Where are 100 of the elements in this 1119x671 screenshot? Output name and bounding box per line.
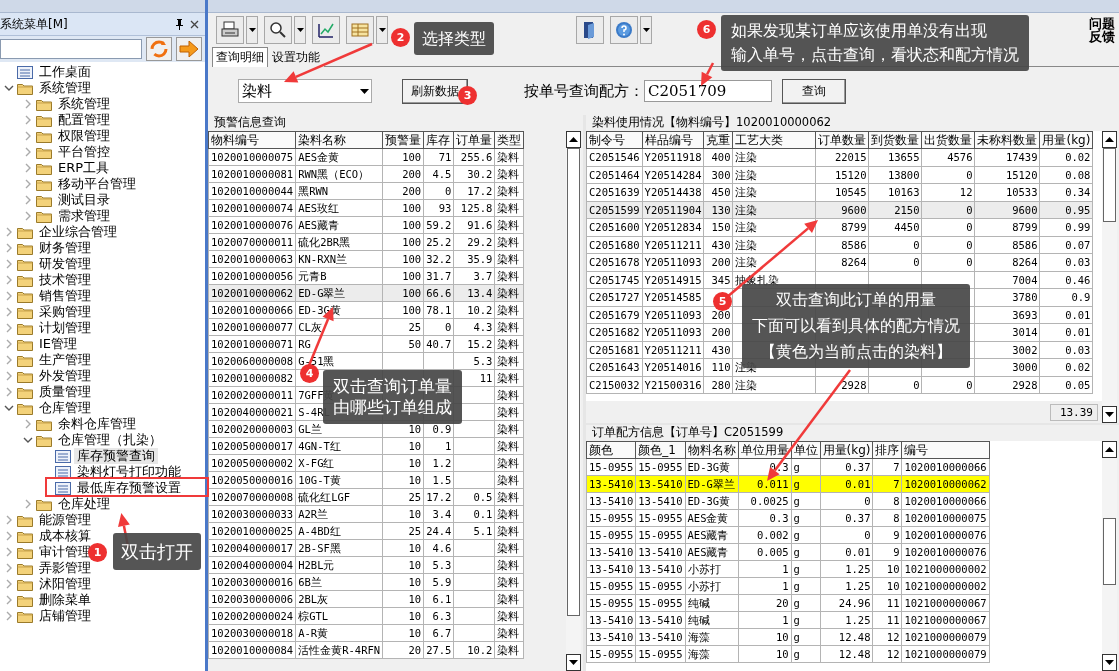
table-row[interactable]: 13-5410 13-5410 纯碱 1 g 1.25 11 1021000000067: [586, 611, 990, 629]
table-row[interactable]: 1020010000084 活性金黄R-4RFN 20 27.5 10.2 染料: [208, 641, 524, 659]
scroll-down-button[interactable]: [566, 654, 581, 671]
refresh-button[interactable]: [146, 37, 172, 61]
table-row[interactable]: 1020040000017 2B-SF黑 10 4.6 染料: [208, 539, 524, 557]
table-row[interactable]: C2150032 Y21500316 280 注染 2928 0 0 2928 0.05: [586, 376, 1093, 394]
table-row[interactable]: 1020050000016 10G-T黄 10 1.5 染料: [208, 471, 524, 489]
table-row[interactable]: C2051680 Y20511211 430 注染 8586 0 0 8586 0.07: [586, 236, 1093, 254]
tree-item[interactable]: 外发管理: [36, 368, 94, 384]
column-header[interactable]: 用量(kg): [1040, 131, 1093, 149]
feedback-link[interactable]: 问题反馈: [1089, 17, 1117, 43]
tree-item[interactable]: IE管理: [36, 336, 81, 352]
tree-item[interactable]: 权限管理: [55, 128, 113, 144]
caret-down-icon[interactable]: [569, 660, 578, 665]
table-row[interactable]: C2051639 Y20514438 450 注染 10545 10163 12 10533 0.34: [586, 183, 1093, 201]
order-field[interactable]: C2051709: [644, 80, 772, 102]
column-header[interactable]: 物料名称: [685, 441, 739, 459]
scroll-up-button[interactable]: [1102, 441, 1117, 458]
close-icon[interactable]: [190, 19, 199, 29]
tree-item[interactable]: 配置管理: [55, 112, 113, 128]
tree-item[interactable]: 研发管理: [36, 256, 94, 272]
tree-item[interactable]: 最低库存预警设置: [74, 480, 184, 496]
column-header[interactable]: 排序: [872, 441, 902, 459]
tree-item[interactable]: 需求管理: [55, 208, 113, 224]
column-header[interactable]: 染料名称: [295, 131, 383, 149]
table-row[interactable]: 1020010000062 ED-G翠兰 100 66.6 13.4 染料: [208, 284, 524, 302]
tab[interactable]: 设置功能: [268, 47, 324, 67]
door-icon[interactable]: [576, 16, 604, 44]
table-row[interactable]: 1020010000081 RWN黑（ECO） 200 4.5 30.2 染料: [208, 165, 524, 183]
query-button[interactable]: 查询: [782, 78, 846, 104]
tree-item[interactable]: 成本核算: [36, 528, 94, 544]
tree-item[interactable]: 仓库管理: [36, 400, 94, 416]
chevron-icon[interactable]: [4, 83, 14, 93]
column-header[interactable]: 库存: [423, 131, 454, 149]
table-row[interactable]: 1020070000011 硫化2BR黑 100 25.2 29.2 染料: [208, 233, 524, 251]
go-button[interactable]: [176, 37, 202, 61]
table-row[interactable]: 1020040000004 H2BL元 10 5.3 染料: [208, 556, 524, 574]
table-row[interactable]: 15-0955 15-0955 小苏打 1 g 1.25 10 1021000000002: [586, 577, 990, 595]
chevron-icon[interactable]: [4, 403, 14, 413]
column-header[interactable]: 订单数量: [816, 131, 869, 149]
column-header[interactable]: 物料编号: [208, 131, 296, 149]
table-row[interactable]: 1020030000016 6B兰 10 5.9 染料: [208, 573, 524, 591]
scroll-down-button[interactable]: [1102, 654, 1117, 671]
help-icon[interactable]: [610, 16, 638, 44]
tree-item[interactable]: 店铺管理: [36, 608, 94, 624]
column-header[interactable]: 克重: [704, 131, 733, 149]
table-row[interactable]: 1020070000008 硫化红LGF 25 17.2 0.5 染料: [208, 488, 524, 506]
table-row[interactable]: 1020010000075 AES金黄 100 71 255.6 染料: [208, 148, 524, 166]
table-row[interactable]: 13-5410 13-5410 ED-G翠兰 0.011 g 0.01 7 1020010000062: [586, 475, 990, 493]
table-row[interactable]: 1020050000002 X-FG红 10 1.2 染料: [208, 454, 524, 472]
table-row[interactable]: 1020050000017 4GN-T红 10 1 染料: [208, 437, 524, 455]
pin-icon[interactable]: [175, 18, 184, 30]
column-header[interactable]: 预警量: [382, 131, 424, 149]
table-row[interactable]: 1020030000018 A-R黄 10 6.7 染料: [208, 624, 524, 642]
table-row[interactable]: 1020010000044 黑RWN 200 0 17.2 染料: [208, 182, 524, 200]
table-row[interactable]: 1020010000074 AES玫红 100 93 125.8 染料: [208, 199, 524, 217]
tree-item[interactable]: 财务管理: [36, 240, 94, 256]
table-row[interactable]: 1020010000077 CL灰 25 0 4.3 染料: [208, 318, 524, 336]
table-row[interactable]: 13-5410 13-5410 小苏打 1 g 1.25 10 1021000000002: [586, 560, 990, 578]
column-header[interactable]: 出货数量: [922, 131, 975, 149]
tree-item[interactable]: 采购管理: [36, 304, 94, 320]
column-header[interactable]: 制令号: [586, 131, 643, 149]
scroll-down-button[interactable]: [1102, 406, 1117, 423]
tree-item[interactable]: 仓库处理: [55, 496, 113, 512]
column-header[interactable]: 未称料数量: [975, 131, 1040, 149]
scroll-up-button[interactable]: [1102, 131, 1117, 148]
column-header[interactable]: 颜色: [586, 441, 636, 459]
tree-item[interactable]: 工作桌面: [36, 64, 94, 80]
table-row[interactable]: 1020010000076 AES藏青 100 59.2 91.6 染料: [208, 216, 524, 234]
column-header[interactable]: 到货数量: [869, 131, 922, 149]
table-row[interactable]: 15-0955 15-0955 海藻 10 g 12.48 12 1021000000079: [586, 645, 990, 663]
type-dropdown[interactable]: 染料: [238, 79, 372, 103]
magnifier-icon[interactable]: [264, 16, 292, 44]
scroll-thumb[interactable]: [1103, 518, 1116, 585]
tree-item[interactable]: ERP工具: [55, 160, 113, 176]
table-row[interactable]: 1020020000024 棕GTL 10 6.3 染料: [208, 607, 524, 625]
search-field[interactable]: [0, 39, 142, 59]
caret-down-icon[interactable]: [1105, 412, 1114, 417]
table-row[interactable]: 1020010000056 元青B 100 31.7 3.7 染料: [208, 267, 524, 285]
table-row[interactable]: 15-0955 15-0955 AES金黄 0.3 g 0.37 8 1020010000075: [586, 509, 990, 527]
column-header[interactable]: 工艺大类: [733, 131, 816, 149]
table-row[interactable]: C2051600 Y20512834 150 注染 8799 4450 0 8799 0.99: [586, 218, 1093, 236]
caret-down-icon[interactable]: [1105, 660, 1114, 665]
table-row[interactable]: 1020010000071 RG 50 40.7 15.2 染料: [208, 335, 524, 353]
chevron-icon[interactable]: [23, 435, 33, 445]
caret-up-icon[interactable]: [1105, 137, 1114, 142]
table-row[interactable]: 1020030000033 A2R兰 10 3.4 0.1 染料: [208, 505, 524, 523]
table-row[interactable]: C2051546 Y20511918 400 注染 22015 13655 4576 17439 0.02: [586, 148, 1093, 166]
caret-up-icon[interactable]: [1105, 447, 1114, 452]
column-header[interactable]: 颜色_1: [635, 441, 686, 459]
column-header[interactable]: 单位用量: [738, 441, 792, 459]
chart-icon[interactable]: [312, 16, 340, 44]
table-row[interactable]: 15-0955 15-0955 纯碱 20 g 24.96 11 1021000000067: [586, 594, 990, 612]
table-row[interactable]: C2051464 Y20514284 300 注染 15120 13800 0 15120 0.08: [586, 166, 1093, 184]
tree-item[interactable]: 仓库管理（扎染）: [55, 432, 165, 448]
tree-item[interactable]: 技术管理: [36, 272, 94, 288]
table-row[interactable]: 13-5410 13-5410 ED-3G黄 0.0025 g 0 8 1020010000066: [586, 492, 990, 510]
scroll-up-button[interactable]: [566, 131, 581, 148]
column-header[interactable]: 样品编号: [642, 131, 704, 149]
table-row[interactable]: 1020030000006 2BL灰 10 6.1 染料: [208, 590, 524, 608]
